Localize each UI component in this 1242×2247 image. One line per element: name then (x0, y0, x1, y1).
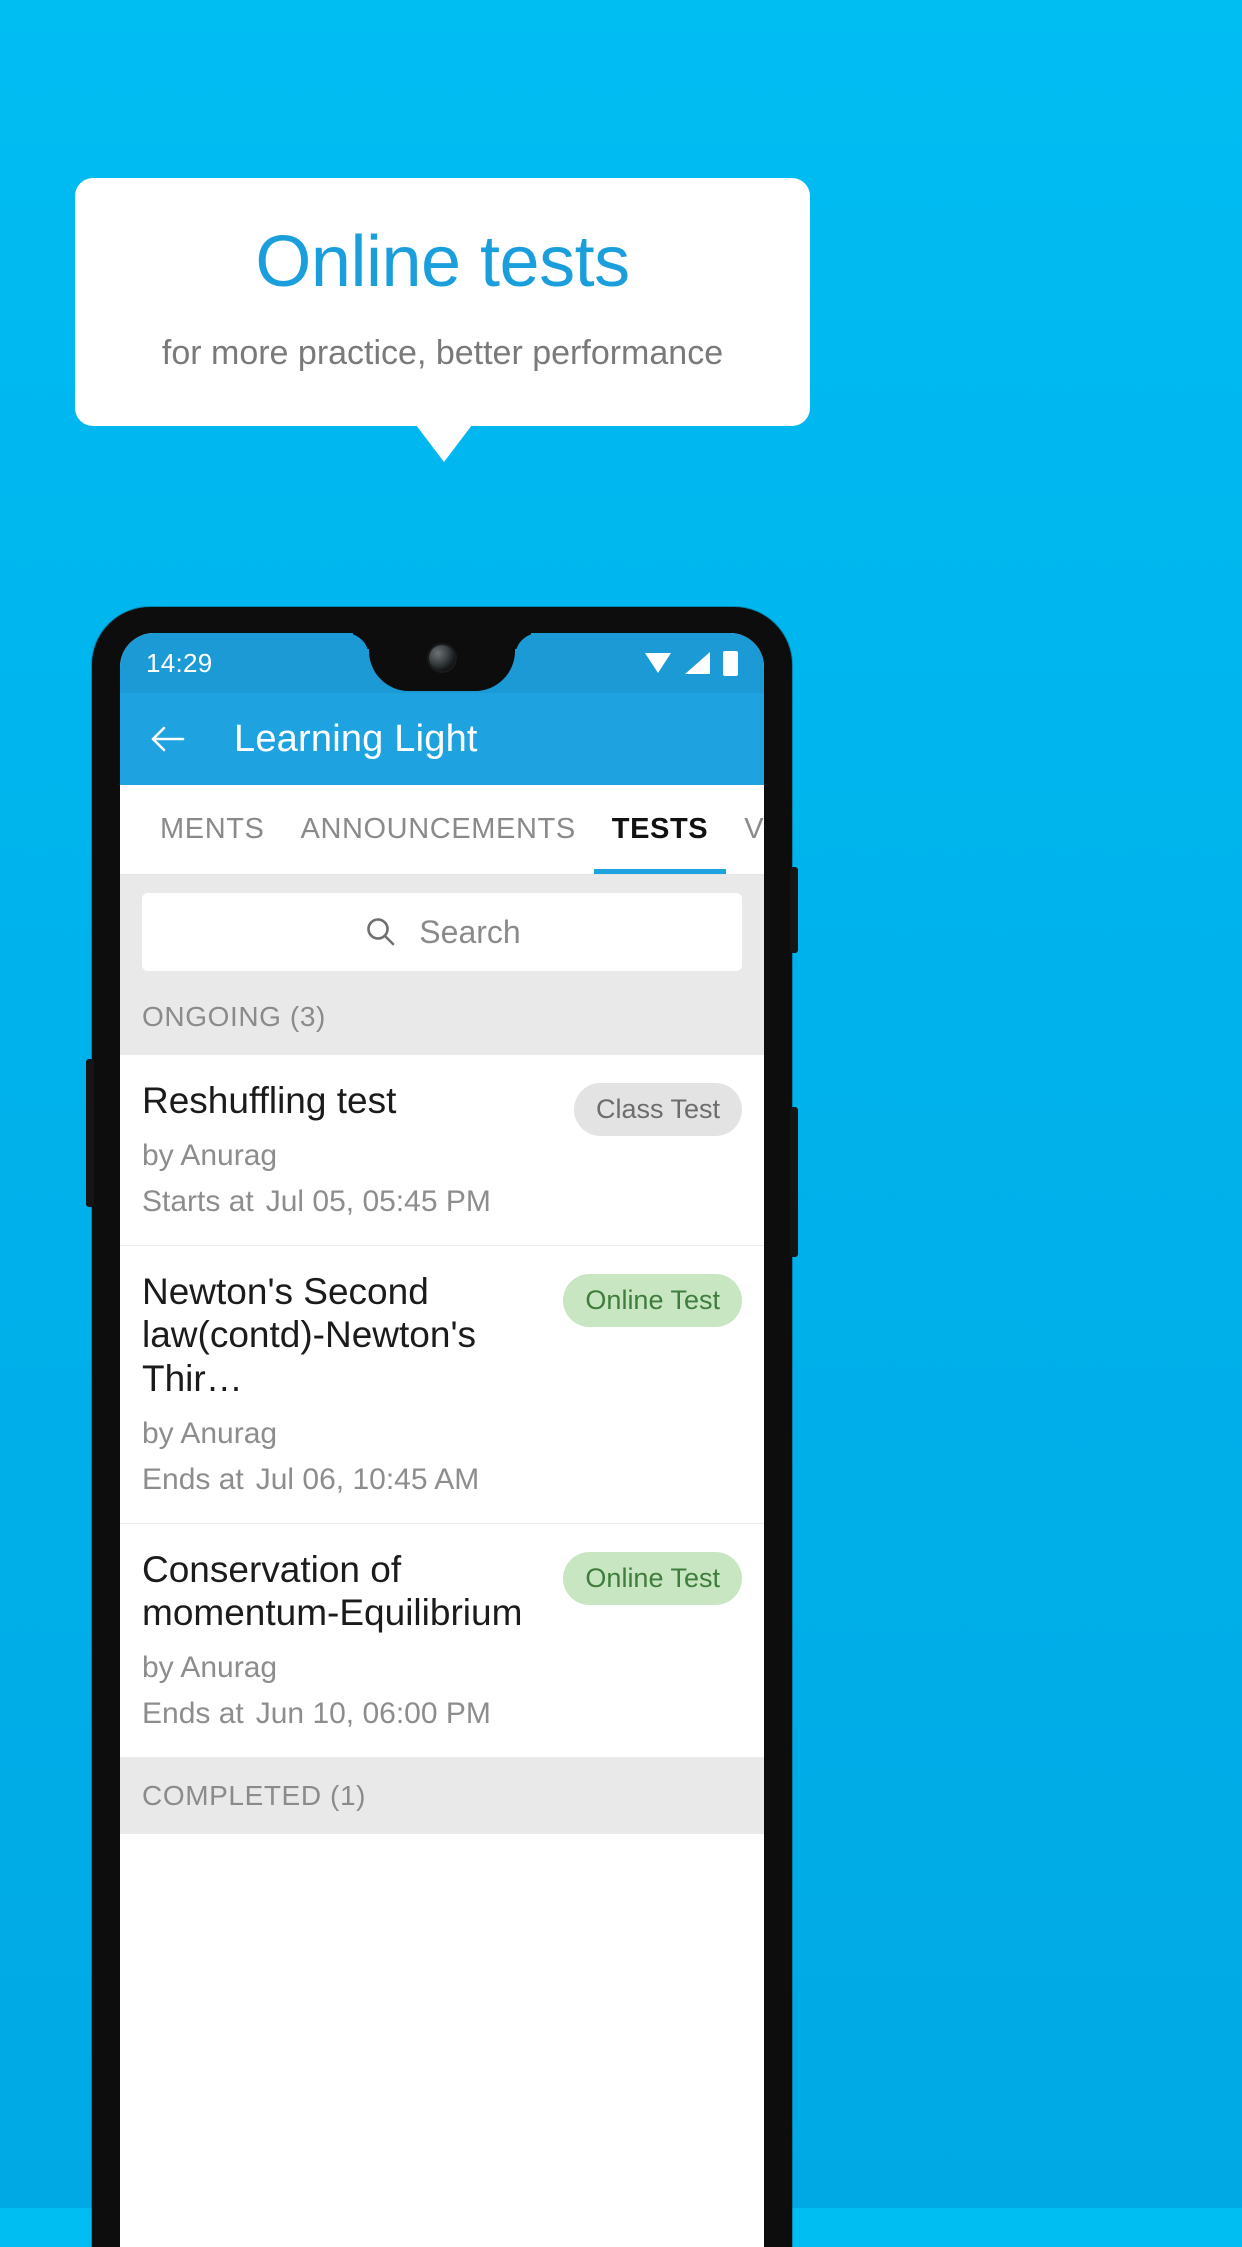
list-item[interactable]: Newton's Second law(contd)-Newton's Thir… (120, 1245, 764, 1524)
status-badge: Class Test (573, 1083, 742, 1136)
search-section: Search (120, 875, 764, 987)
search-placeholder: Search (419, 913, 521, 950)
test-schedule-label: Ends at (142, 1462, 244, 1496)
search-input[interactable]: Search (142, 893, 742, 971)
test-author: by Anurag (142, 1650, 278, 1684)
promo-card: Online tests for more practice, better p… (75, 178, 810, 426)
wifi-icon (645, 653, 672, 673)
status-badge: Online Test (563, 1273, 742, 1327)
tab-tests[interactable]: TESTS (594, 785, 726, 874)
test-schedule-value: Jul 05, 05:45 PM (265, 1184, 491, 1218)
list-item[interactable]: Reshuffling test by Anurag Starts at Jul … (120, 1055, 764, 1246)
tab-videos[interactable]: VIDEOS (726, 785, 764, 874)
test-details: Reshuffling test by Anurag Starts at Jul … (142, 1079, 562, 1219)
front-camera (429, 645, 455, 671)
tab-ments[interactable]: MENTS (142, 785, 283, 874)
test-schedule: Ends at Jul 06, 10:45 AM (142, 1463, 551, 1497)
promo-subtitle: for more practice, better performance (161, 333, 724, 372)
promo-card-tail (416, 425, 472, 462)
battery-icon (723, 650, 738, 676)
test-schedule: Ends at Jun 10, 06:00 PM (142, 1697, 551, 1731)
app-bar: Learning Light (120, 693, 764, 785)
section-header-completed: COMPLETED (1) (120, 1757, 764, 1834)
test-schedule: Starts at Jul 05, 05:45 PM (142, 1185, 562, 1219)
test-author: by Anurag (142, 1138, 278, 1172)
test-schedule-value: Jul 06, 10:45 AM (255, 1462, 480, 1496)
test-title: Reshuffling test (142, 1080, 397, 1121)
promo-title: Online tests (255, 221, 630, 302)
phone-power-button (790, 867, 798, 953)
test-title: Conservation of momentum-Equilibrium (142, 1548, 523, 1634)
status-icons (645, 650, 738, 676)
status-clock: 14:29 (146, 647, 213, 678)
phone-mockup: 14:29 Learning Light MENTS ANNOUNCEMENTS (86, 607, 798, 2247)
status-bar: 14:29 (120, 633, 764, 693)
test-details: Conservation of momentum-Equilibrium by … (142, 1548, 551, 1731)
phone-volume-button (790, 1107, 798, 1257)
test-schedule-value: Jun 10, 06:00 PM (255, 1696, 491, 1730)
tab-active-indicator (594, 869, 726, 874)
test-author: by Anurag (142, 1416, 278, 1450)
signal-icon (685, 652, 710, 674)
test-schedule-label: Starts at (142, 1184, 254, 1218)
status-badge: Online Test (563, 1551, 742, 1605)
phone-screen: 14:29 Learning Light MENTS ANNOUNCEMENTS (120, 633, 764, 2247)
page-title: Learning Light (234, 717, 478, 760)
tab-bar: MENTS ANNOUNCEMENTS TESTS VIDEOS (120, 785, 764, 875)
list-item[interactable]: Conservation of momentum-Equilibrium by … (120, 1523, 764, 1758)
phone-side-button (86, 1059, 94, 1207)
test-title: Newton's Second law(contd)-Newton's Thir… (142, 1270, 477, 1399)
section-header-ongoing: ONGOING (3) (120, 987, 764, 1055)
test-details: Newton's Second law(contd)-Newton's Thir… (142, 1270, 551, 1497)
back-arrow-icon[interactable] (146, 717, 190, 761)
tab-announcements[interactable]: ANNOUNCEMENTS (283, 785, 594, 874)
search-icon (363, 914, 399, 950)
test-schedule-label: Ends at (142, 1696, 244, 1730)
